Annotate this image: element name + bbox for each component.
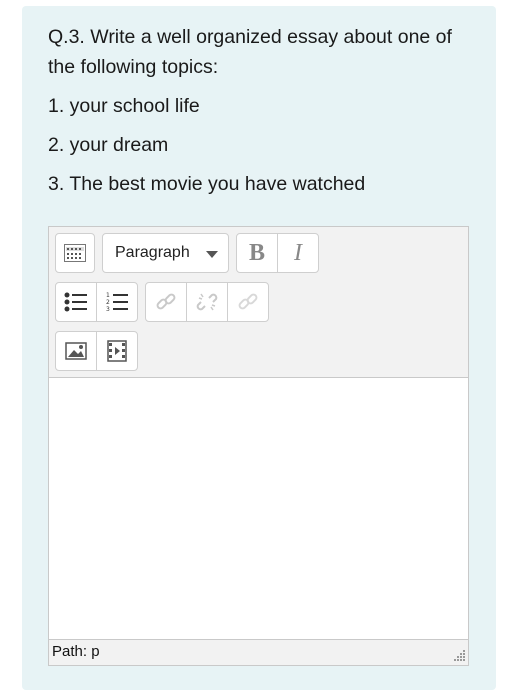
media-button[interactable] bbox=[96, 331, 138, 371]
topic-3: 3. The best movie you have watched bbox=[48, 173, 366, 195]
format-select-value: Paragraph bbox=[115, 244, 190, 261]
unlink-icon bbox=[196, 293, 218, 311]
no-autolink-button[interactable] bbox=[227, 282, 269, 322]
image-icon bbox=[65, 342, 87, 360]
media-icon bbox=[107, 340, 127, 362]
editor-statusbar: Path: p bbox=[49, 639, 468, 665]
bullet-list-button[interactable] bbox=[55, 282, 97, 322]
format-select[interactable]: Paragraph bbox=[102, 233, 229, 273]
bold-button[interactable]: B bbox=[236, 233, 278, 273]
no-autolink-icon bbox=[238, 293, 258, 310]
toolbar-toggle-button[interactable] bbox=[55, 233, 95, 273]
question-text: Q.3. Write a well organized essay about … bbox=[48, 22, 468, 199]
image-button[interactable] bbox=[55, 331, 97, 371]
svg-text:3: 3 bbox=[106, 306, 110, 313]
link-button[interactable] bbox=[145, 282, 187, 322]
element-path: Path: p bbox=[52, 643, 100, 660]
bold-label: B bbox=[248, 239, 265, 266]
essay-editor: Paragraph B I 123 Path: p bbox=[48, 226, 469, 666]
topic-2: 2. your dream bbox=[48, 134, 169, 156]
editor-content-area[interactable] bbox=[49, 378, 468, 640]
bullet-list-icon bbox=[64, 292, 87, 312]
toolbar-toggle-icon bbox=[64, 244, 86, 262]
unlink-button[interactable] bbox=[186, 282, 228, 322]
italic-label: I bbox=[294, 239, 302, 266]
numbered-list-icon: 123 bbox=[106, 292, 128, 313]
topic-1: 1. your school life bbox=[48, 95, 200, 117]
italic-button[interactable]: I bbox=[277, 233, 319, 273]
numbered-list-button[interactable]: 123 bbox=[96, 282, 138, 322]
chevron-down-icon bbox=[206, 251, 218, 258]
resize-handle-icon[interactable] bbox=[452, 649, 466, 663]
link-icon bbox=[156, 293, 176, 310]
editor-toolbar: Paragraph B I 123 bbox=[49, 227, 468, 378]
svg-text:1: 1 bbox=[106, 292, 110, 299]
question-title: Q.3. Write a well organized essay about … bbox=[48, 26, 452, 78]
svg-text:2: 2 bbox=[106, 299, 110, 306]
